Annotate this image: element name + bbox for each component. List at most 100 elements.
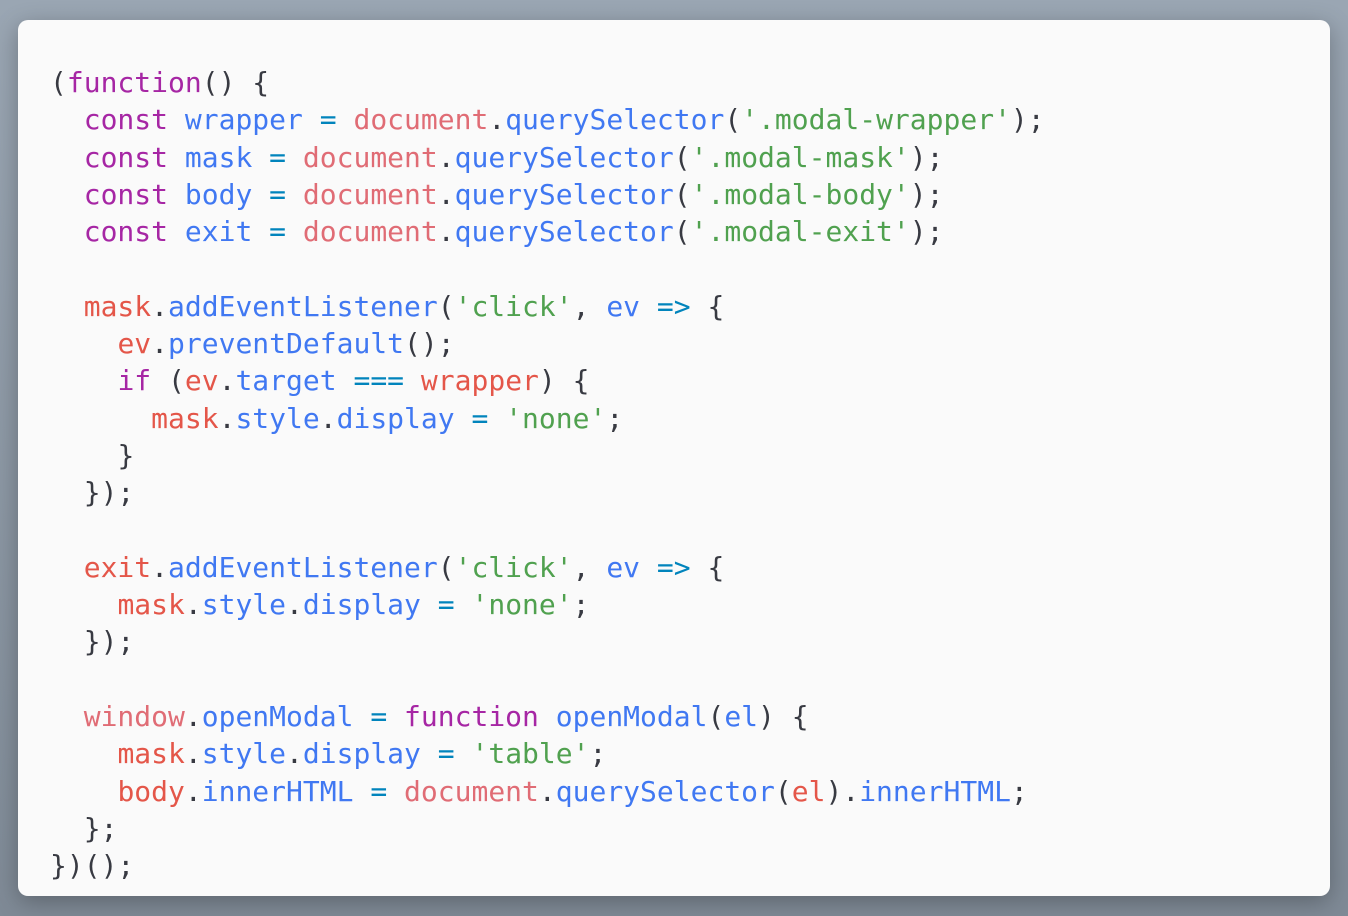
code-line: ev.preventDefault(); <box>50 325 1045 362</box>
punctuation-token: . <box>184 737 202 771</box>
punctuation-token: . <box>488 103 506 137</box>
indent-token <box>404 364 421 397</box>
code-line: const mask = document.querySelector('.mo… <box>50 139 1045 176</box>
identifier-token: openModal <box>555 700 708 734</box>
identifier-token: style <box>201 737 287 771</box>
indent-token <box>640 290 657 323</box>
identifier-token: display <box>302 588 421 622</box>
indent-token <box>168 215 185 248</box>
identifier-token: el <box>724 700 759 734</box>
variable-token: ev <box>117 327 152 361</box>
indent-token <box>50 178 84 211</box>
punctuation-token: ( <box>151 364 185 398</box>
punctuation-token: . <box>184 588 202 622</box>
global-token: document <box>353 103 489 137</box>
punctuation-token: . <box>319 401 337 435</box>
identifier-token: style <box>201 588 287 622</box>
code-line: }; <box>50 810 1045 847</box>
operator-token: = <box>269 177 287 211</box>
indent-token <box>50 812 84 845</box>
code-block[interactable]: (function() { const wrapper = document.q… <box>50 64 1045 885</box>
punctuation-token: ( <box>673 177 691 211</box>
identifier-token: exit <box>184 215 253 249</box>
indent-token <box>286 178 303 211</box>
identifier-token: querySelector <box>454 215 674 249</box>
indent-token <box>337 364 354 397</box>
identifier-token: mask <box>184 140 253 174</box>
operator-token: => <box>656 550 691 584</box>
punctuation-token: ); <box>909 140 944 174</box>
code-line: const body = document.querySelector('.mo… <box>50 176 1045 213</box>
indent-token <box>252 215 269 248</box>
variable-token: exit <box>83 550 152 584</box>
punctuation-token: ) { <box>758 700 809 734</box>
indent-token <box>50 625 84 658</box>
variable-token: mask <box>117 588 185 622</box>
operator-token: = <box>370 700 388 734</box>
identifier-token: addEventListener <box>168 289 438 323</box>
punctuation-token: . <box>218 401 236 435</box>
code-line: mask.addEventListener('click', ev => { <box>50 288 1045 325</box>
variable-token: ev <box>184 364 219 398</box>
punctuation-token: ) { <box>538 364 590 398</box>
punctuation-token: , <box>572 550 607 584</box>
keyword-token: const <box>83 140 169 174</box>
indent-token <box>337 103 354 136</box>
identifier-token: addEventListener <box>168 550 438 584</box>
string-token: 'click' <box>454 289 573 323</box>
identifier-token: display <box>336 401 455 435</box>
punctuation-token: ( <box>50 66 67 99</box>
code-line: }); <box>50 474 1045 511</box>
indent-token <box>50 103 84 136</box>
keyword-token: const <box>83 177 169 211</box>
string-token: 'none' <box>505 401 607 435</box>
identifier-token: preventDefault <box>168 327 405 361</box>
string-token: '.modal-body' <box>690 177 910 211</box>
identifier-token: display <box>302 737 421 771</box>
indent-token <box>353 775 370 808</box>
indent-token <box>50 290 84 323</box>
indent-token <box>50 700 84 733</box>
indent-token <box>50 775 117 808</box>
punctuation-token: } <box>117 438 135 472</box>
indent-token <box>50 737 117 770</box>
punctuation-token: })(); <box>50 849 135 883</box>
code-line: mask.style.display = 'none'; <box>50 400 1045 437</box>
punctuation-token: ( <box>774 774 792 808</box>
string-token: 'click' <box>454 550 573 584</box>
code-line: window.openModal = function openModal(el… <box>50 698 1045 735</box>
indent-token <box>387 775 404 808</box>
global-token: document <box>302 215 438 249</box>
indent-token <box>387 700 404 733</box>
punctuation-token: . <box>437 177 455 211</box>
punctuation-token: ; <box>572 588 590 622</box>
operator-token: = <box>319 103 337 137</box>
operator-token: = <box>471 401 489 435</box>
punctuation-token: () { <box>201 66 270 99</box>
indent-token <box>421 588 438 621</box>
code-line: if (ev.target === wrapper) { <box>50 362 1045 399</box>
code-line: }); <box>50 623 1045 660</box>
punctuation-token: . <box>286 588 303 622</box>
indent-token <box>421 737 438 770</box>
punctuation-token: . <box>437 140 455 174</box>
identifier-token: wrapper <box>184 103 303 137</box>
global-token: window <box>83 700 185 734</box>
indent-token <box>50 476 84 509</box>
punctuation-token: ); <box>909 177 944 211</box>
indent-token <box>168 141 185 174</box>
punctuation-token: { <box>690 550 725 584</box>
punctuation-token: ; <box>606 401 624 435</box>
indent-token <box>286 215 303 248</box>
indent-token <box>455 588 472 621</box>
keyword-token: const <box>83 215 169 249</box>
identifier-token: querySelector <box>505 103 725 137</box>
identifier-token: style <box>235 401 320 435</box>
keyword-token: const <box>83 103 169 137</box>
indent-token <box>50 215 84 248</box>
variable-token: wrapper <box>420 364 539 398</box>
string-token: 'table' <box>471 737 590 771</box>
